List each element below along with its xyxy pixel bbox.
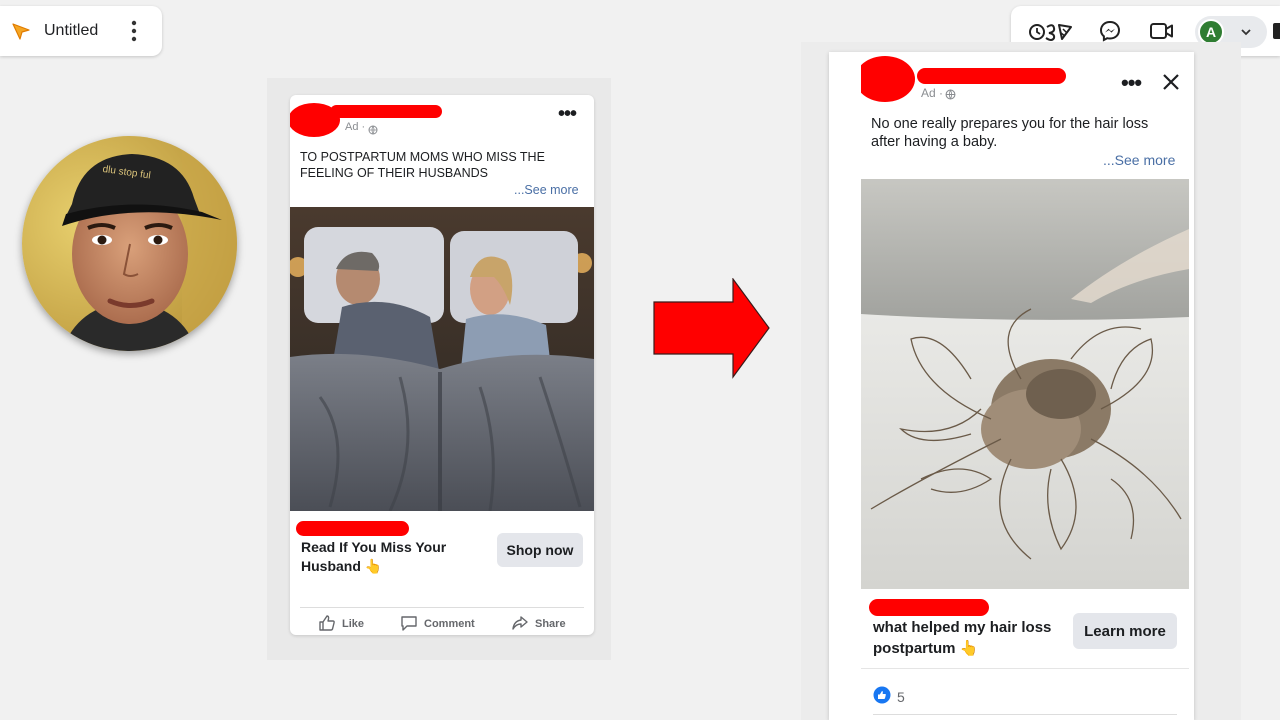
like-button[interactable]: Like: [318, 613, 364, 635]
divider: [300, 607, 584, 608]
globe-icon: [368, 122, 378, 140]
like-label: Like: [342, 618, 365, 630]
ad-image-couple-in-bed: [290, 207, 594, 511]
see-more-link[interactable]: ...See more: [1103, 152, 1175, 168]
learn-more-button[interactable]: Learn more: [1073, 613, 1177, 649]
chevron-down-icon[interactable]: [1239, 25, 1253, 44]
divider: [861, 668, 1189, 669]
globe-icon: [945, 87, 956, 105]
reaction-summary[interactable]: 5: [873, 686, 905, 707]
reaction-count: 5: [897, 688, 905, 705]
redacted-domain: [296, 521, 409, 536]
more-options-icon[interactable]: •••: [558, 103, 577, 126]
comment-icon: [400, 614, 418, 635]
ad-card-right: Ad · ••• No one really prepares you for …: [861, 52, 1189, 720]
redacted-page-name: [330, 105, 442, 118]
thumbs-up-icon: [318, 614, 336, 635]
share-label: Share: [535, 618, 566, 630]
ad-headline: No one really prepares you for the hair …: [871, 116, 1149, 150]
share-icon: [511, 614, 529, 635]
comment-button[interactable]: Comment: [400, 613, 475, 635]
ad-card-left: Ad · ••• TO POSTPARTUM MOMS WHO MISS THE…: [290, 95, 594, 635]
like-reaction-icon: [873, 686, 891, 707]
share-button[interactable]: Share: [511, 613, 566, 635]
shop-now-button[interactable]: Shop now: [497, 533, 583, 567]
kebab-icon[interactable]: [124, 18, 144, 44]
overflow-edge: [1273, 23, 1280, 39]
see-more-link[interactable]: ...See more: [514, 183, 579, 197]
sponsored-label: Ad ·: [345, 121, 366, 133]
document-title-bar: Untitled: [0, 6, 162, 56]
webcam-feed: dlu stop ful: [22, 136, 237, 351]
more-options-icon[interactable]: •••: [1121, 70, 1142, 96]
close-icon[interactable]: [1161, 72, 1181, 97]
redacted-page-name: [917, 68, 1066, 84]
redacted-avatar: [861, 56, 915, 102]
document-title[interactable]: Untitled: [44, 22, 98, 40]
arrow-right-icon: [652, 277, 772, 385]
sponsored-label: Ad ·: [921, 86, 944, 100]
ad-image-hair-clump: [861, 179, 1189, 589]
ad-headline: TO POSTPARTUM MOMS WHO MISS THE FEELING …: [300, 150, 545, 180]
cursor-icon: [10, 21, 32, 48]
cta-title: Read If You Miss Your Husband 👆: [301, 539, 447, 574]
cta-title: what helped my hair loss postpartum 👆: [873, 619, 1052, 657]
comment-label: Comment: [424, 618, 475, 630]
redacted-domain: [869, 599, 989, 616]
divider: [873, 714, 1177, 715]
